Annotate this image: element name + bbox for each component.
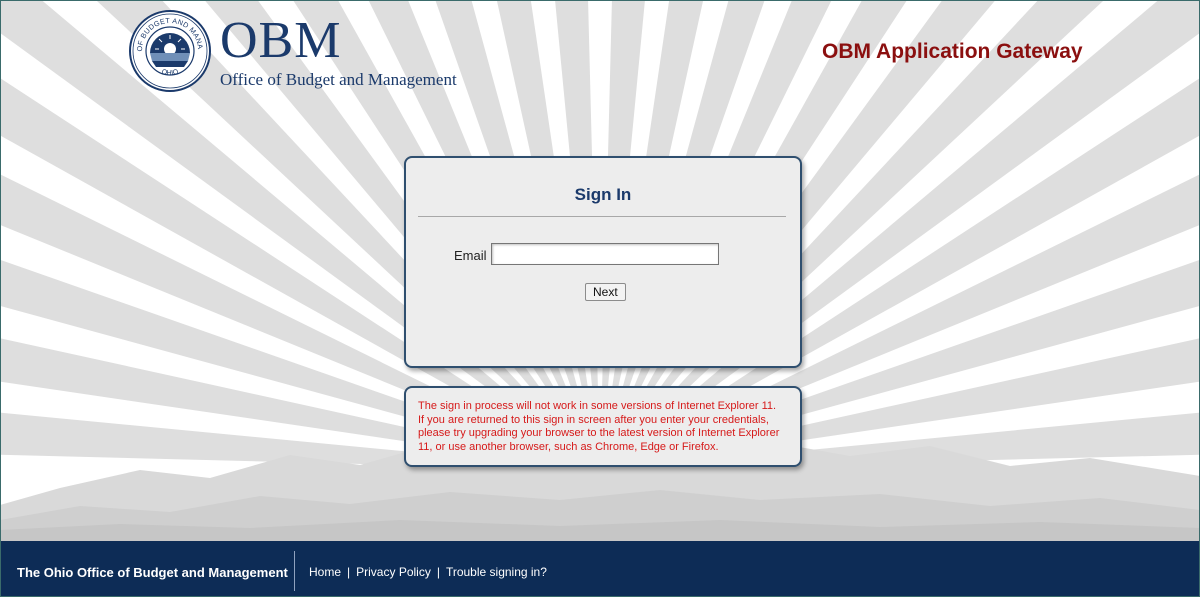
logo-subtitle: Office of Budget and Management: [220, 70, 457, 89]
next-button[interactable]: Next: [585, 283, 626, 301]
obm-logo[interactable]: OFFICE OF BUDGET AND MANAGEMENT OHIO OBM…: [128, 9, 458, 93]
notice-line: please try upgrading your browser to the…: [418, 427, 780, 439]
browser-notice-panel: The sign in process will not work in som…: [404, 386, 802, 467]
footer-separator: |: [436, 565, 440, 579]
logo-wordmark: OBM: [220, 12, 342, 69]
email-label: Email: [454, 248, 487, 263]
ohio-seal-icon: OFFICE OF BUDGET AND MANAGEMENT OHIO: [128, 9, 211, 92]
email-input[interactable]: [491, 243, 719, 265]
signin-title: Sign In: [574, 185, 632, 204]
footer-link-home[interactable]: Home: [309, 565, 341, 579]
footer-links: Home | Privacy Policy | Trouble signing in?: [309, 565, 547, 579]
footer-divider: [294, 551, 295, 591]
notice-line: If you are returned to this sign in scre…: [418, 413, 769, 426]
browser-notice-text: The sign in process will not work in som…: [418, 400, 792, 454]
footer-link-trouble-signing-in[interactable]: Trouble signing in?: [446, 565, 547, 579]
signin-panel: Sign In Email Next: [404, 156, 802, 368]
notice-line: The sign in process will not work in som…: [418, 400, 777, 412]
footer-org-name: The Ohio Office of Budget and Management: [17, 565, 288, 580]
footer-link-privacy-policy[interactable]: Privacy Policy: [356, 565, 431, 579]
footer: The Ohio Office of Budget and Management…: [0, 541, 1200, 597]
notice-line: 11, or use another browser, such as Chro…: [418, 440, 719, 453]
footer-separator: |: [347, 565, 351, 579]
app-title: OBM Application Gateway: [822, 40, 1083, 63]
signin-divider: [418, 216, 786, 217]
